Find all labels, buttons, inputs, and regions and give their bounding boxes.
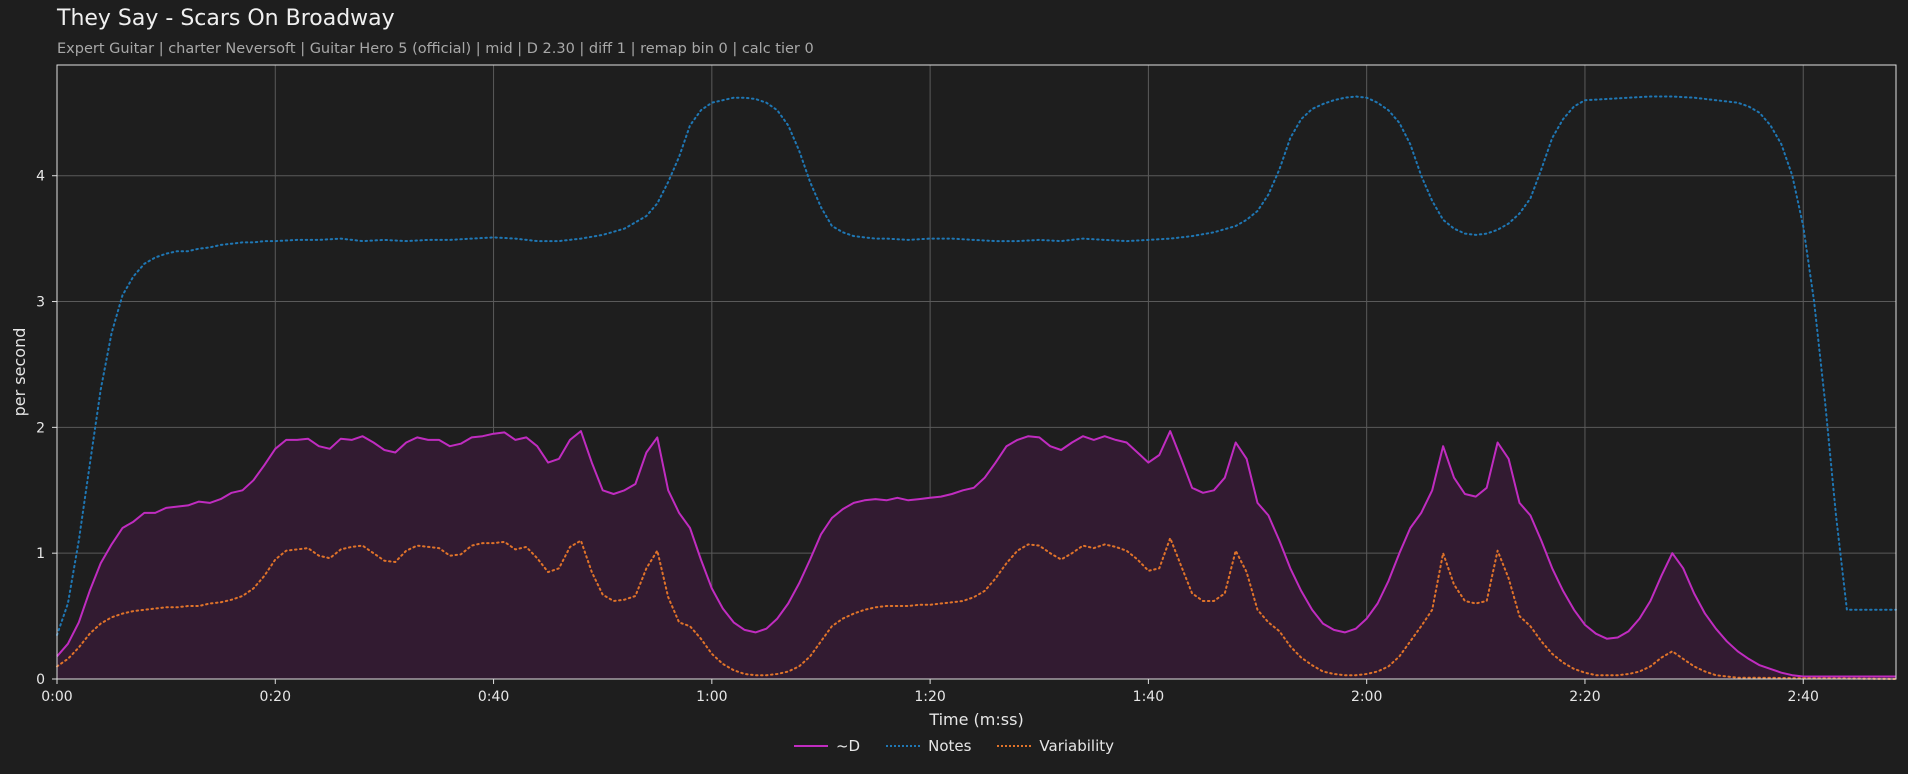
legend: ~D Notes Variability <box>0 737 1908 755</box>
y-axis-label: per second <box>10 328 29 417</box>
x-tick-label: 0:00 <box>41 689 72 705</box>
legend-label-d: ~D <box>835 737 861 755</box>
legend-label-variability: Variability <box>1039 737 1115 755</box>
legend-label-notes: Notes <box>928 737 972 755</box>
x-tick-label: 2:20 <box>1569 689 1600 705</box>
legend-item-variability: Variability <box>997 737 1114 755</box>
x-tick-label: 1:40 <box>1133 689 1164 705</box>
series-layer <box>56 95 1897 680</box>
legend-item-notes: Notes <box>886 737 971 755</box>
y-tick-label: 0 <box>36 672 45 688</box>
x-tick-label: 0:20 <box>260 689 291 705</box>
legend-swatch-d <box>793 745 828 747</box>
line-chart: 0:00 0:20 0:40 1:00 1:20 1:40 2:00 2:20 2:40 0 1 2 3… <box>10 64 1897 729</box>
x-tick-label: 2:40 <box>1788 689 1819 705</box>
y-tick-label: 3 <box>36 295 45 311</box>
x-tick-label: 1:00 <box>696 689 727 705</box>
legend-item-d: ~D <box>793 737 861 755</box>
x-axis-label: Time (m:ss) <box>928 710 1023 729</box>
y-tick-label: 4 <box>36 169 45 185</box>
x-tick-label: 1:20 <box>914 689 945 705</box>
x-tick-label: 0:40 <box>478 689 509 705</box>
y-tick-label: 1 <box>36 546 45 562</box>
y-tick-label: 2 <box>36 420 45 436</box>
legend-swatch-variability <box>997 745 1032 747</box>
legend-swatch-notes <box>886 745 921 747</box>
x-tick-label: 2:00 <box>1351 689 1382 705</box>
